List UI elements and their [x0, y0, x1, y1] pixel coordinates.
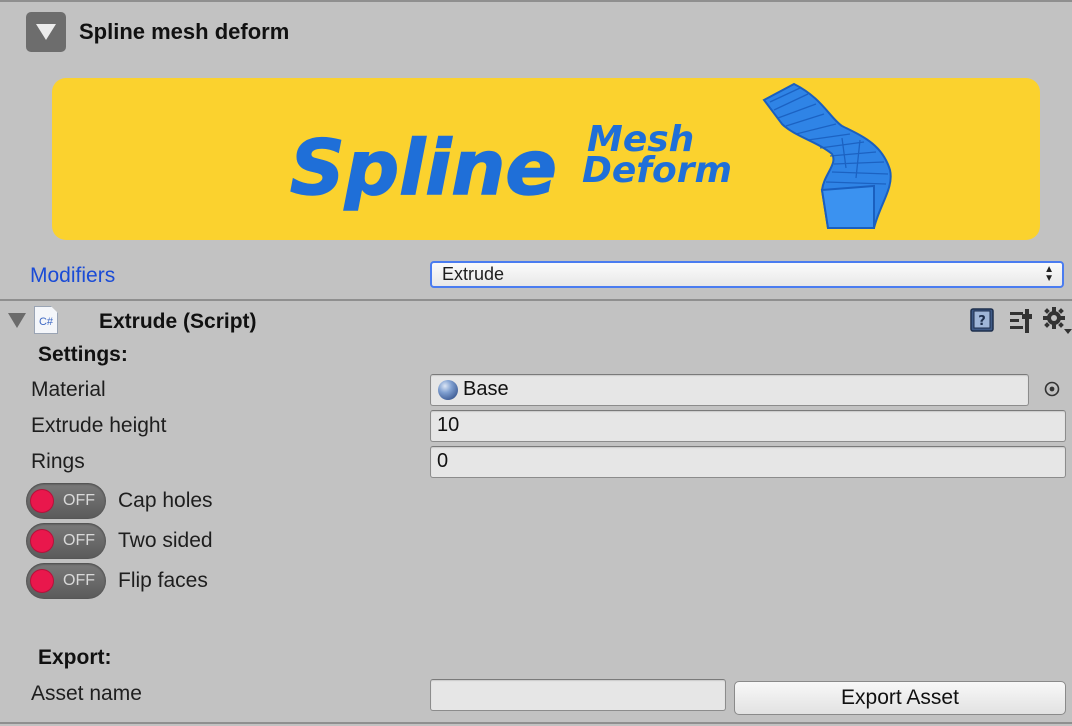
- rings-label: Rings: [31, 450, 85, 473]
- cap-holes-label: Cap holes: [118, 489, 213, 512]
- collapse-toggle-button[interactable]: [26, 12, 66, 52]
- toggle-state: OFF: [63, 532, 95, 549]
- top-divider: [0, 0, 1072, 2]
- material-field[interactable]: Base: [430, 374, 1029, 406]
- asset-name-label: Asset name: [31, 682, 142, 705]
- two-sided-label: Two sided: [118, 529, 213, 552]
- toggle-knob: [31, 570, 53, 592]
- flip-faces-label: Flip faces: [118, 569, 208, 592]
- spline-mesh-deform-banner: Spline Mesh Deform: [52, 78, 1040, 240]
- toggle-knob: [31, 490, 53, 512]
- export-asset-button[interactable]: Export Asset: [734, 681, 1066, 715]
- component-foldout-arrow[interactable]: [8, 313, 26, 334]
- twisted-mesh-icon: [762, 82, 892, 229]
- panel-title: Spline mesh deform: [79, 19, 290, 44]
- flip-faces-toggle[interactable]: OFF: [26, 563, 106, 599]
- asset-name-field[interactable]: [430, 679, 726, 711]
- bottom-divider: [0, 722, 1072, 724]
- component-divider: [0, 299, 1072, 301]
- cap-holes-toggle[interactable]: OFF: [26, 483, 106, 519]
- extrude-height-field[interactable]: 10: [430, 410, 1066, 442]
- csharp-script-icon: C#: [34, 306, 58, 334]
- two-sided-toggle[interactable]: OFF: [26, 523, 106, 559]
- extrude-height-label: Extrude height: [31, 414, 167, 437]
- gear-icon[interactable]: [1042, 305, 1072, 335]
- toggle-knob: [31, 530, 53, 552]
- triangle-down-icon: [36, 24, 56, 40]
- svg-text:?: ?: [978, 314, 986, 329]
- modifiers-selected-value: Extrude: [442, 264, 505, 284]
- presets-sliders-icon[interactable]: [1008, 307, 1034, 333]
- modifiers-link[interactable]: Modifiers: [30, 262, 115, 290]
- object-picker-icon[interactable]: [1044, 381, 1060, 397]
- help-book-icon[interactable]: ?: [969, 307, 995, 333]
- toggle-state: OFF: [63, 492, 95, 509]
- triangle-down-icon: [8, 313, 26, 328]
- modifiers-dropdown[interactable]: Extrude ▲ ▼: [430, 261, 1064, 288]
- export-heading: Export:: [38, 646, 112, 669]
- settings-heading: Settings:: [38, 343, 128, 366]
- material-value: Base: [463, 378, 509, 400]
- logo-line-2: Deform: [582, 150, 732, 191]
- material-sphere-icon: [438, 380, 458, 400]
- toggle-state: OFF: [63, 572, 95, 589]
- component-title: Extrude (Script): [99, 310, 257, 333]
- banner-logo: Spline Mesh Deform: [289, 82, 892, 229]
- rings-field[interactable]: 0: [430, 446, 1066, 478]
- material-label: Material: [31, 378, 106, 401]
- logo-word: Spline: [290, 123, 557, 212]
- select-arrows-icon: ▲ ▼: [1044, 264, 1054, 284]
